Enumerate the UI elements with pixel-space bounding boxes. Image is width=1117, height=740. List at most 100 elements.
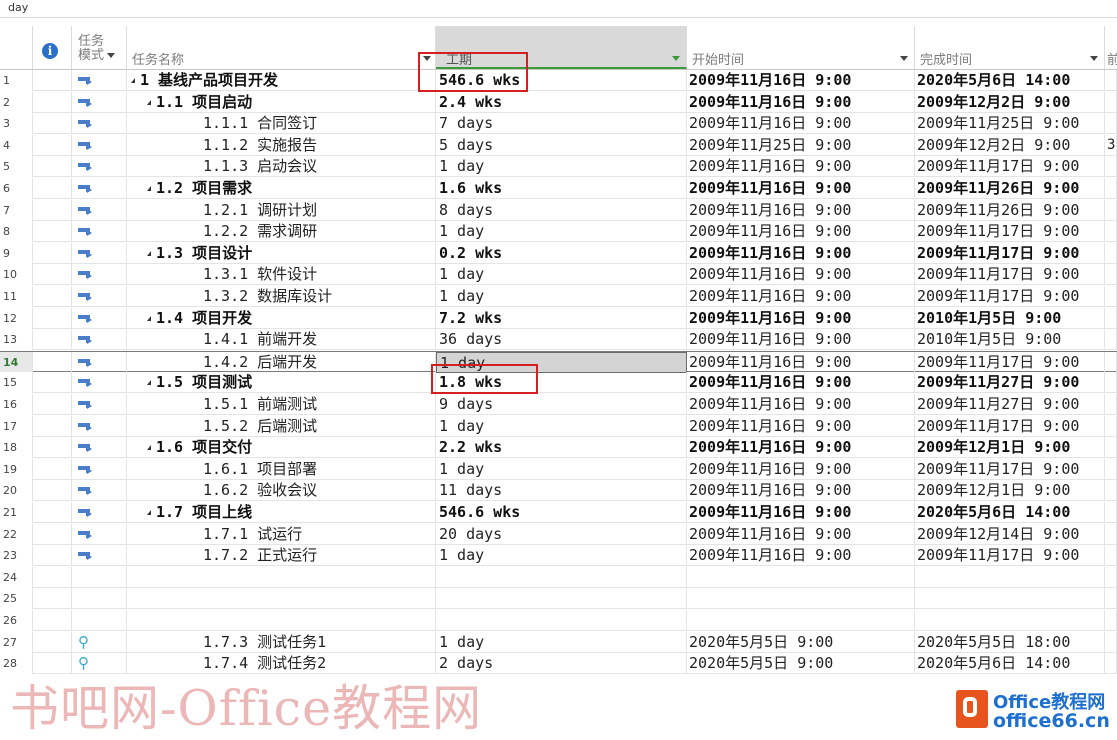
predecessor-cell[interactable] [1105, 70, 1117, 91]
row-number[interactable]: 15 [0, 372, 33, 394]
finish-date-cell[interactable]: 2009年11月26日 9:00 [915, 199, 1105, 221]
row-number[interactable]: 21 [0, 502, 33, 523]
finish-date-cell[interactable]: 2009年11月17日 9:00 [915, 264, 1105, 286]
finish-date-cell[interactable] [915, 588, 1105, 610]
finish-date-cell[interactable]: 2009年11月25日 9:00 [915, 113, 1105, 135]
finish-date-cell[interactable]: 2009年11月26日 9:00 [915, 178, 1105, 199]
duration-cell[interactable]: 36 days [436, 329, 687, 351]
start-date-cell[interactable]: 2009年11月16日 9:00 [687, 545, 915, 567]
task-mode-cell[interactable] [72, 91, 127, 113]
task-mode-cell[interactable]: ⚲ [72, 631, 127, 653]
column-header-task-name[interactable]: 任务名称 [127, 26, 436, 69]
chevron-down-icon[interactable] [1090, 56, 1098, 61]
task-name-cell[interactable]: 1.3.1 软件设计 [127, 264, 436, 286]
start-date-cell[interactable]: 2009年11月16日 9:00 [687, 178, 915, 199]
row-number[interactable]: 7 [0, 199, 33, 221]
table-row[interactable]: 4 1.1.2 实施报告 5 days 2009年11月25日 9:00 2009年12… [0, 134, 1117, 156]
row-number[interactable]: 17 [0, 415, 33, 437]
predecessor-cell[interactable] [1105, 545, 1117, 567]
chevron-down-icon[interactable] [107, 53, 116, 58]
collapse-toggle-icon[interactable] [147, 315, 151, 321]
collapse-toggle-icon[interactable] [147, 250, 151, 256]
row-number[interactable]: 16 [0, 394, 33, 415]
finish-date-cell[interactable]: 2009年11月17日 9:00 [915, 221, 1105, 243]
duration-cell[interactable]: 1 day [436, 545, 687, 567]
table-row[interactable]: 8 1.2.2 需求调研 1 day 2009年11月16日 9:00 2009年11月… [0, 221, 1117, 243]
row-number[interactable]: 18 [0, 437, 33, 459]
task-mode-cell[interactable] [72, 437, 127, 459]
row-number[interactable]: 11 [0, 286, 33, 307]
task-name-cell[interactable]: 1.1.1 合同签订 [127, 113, 436, 135]
finish-date-cell[interactable]: 2020年5月6日 14:00 [915, 70, 1105, 91]
task-mode-cell[interactable] [72, 351, 127, 373]
row-number[interactable]: 1 [0, 70, 33, 91]
predecessor-cell[interactable] [1105, 588, 1117, 610]
finish-date-cell[interactable]: 2009年12月2日 9:00 [915, 91, 1105, 113]
task-name-cell[interactable]: 1.1 项目启动 [127, 91, 436, 113]
predecessor-cell[interactable] [1105, 113, 1117, 135]
collapse-toggle-icon[interactable] [131, 78, 135, 83]
task-mode-cell[interactable] [72, 113, 127, 135]
table-row[interactable]: 22 1.7.1 试运行 20 days 2009年11月16日 9:00 2009年1… [0, 523, 1117, 545]
row-number[interactable]: 13 [0, 329, 33, 351]
start-date-cell[interactable]: 2009年11月16日 9:00 [687, 351, 915, 373]
table-row[interactable]: 11 1.3.2 数据库设计 1 day 2009年11月16日 9:00 2009年1… [0, 286, 1117, 307]
table-row[interactable]: 14 1.4.2 后端开发 1 day 2009年11月16日 9:00 2009年11… [0, 350, 1117, 373]
start-date-cell[interactable]: 2009年11月16日 9:00 [687, 286, 915, 307]
predecessor-cell[interactable] [1105, 307, 1117, 329]
finish-date-cell[interactable]: 2009年12月1日 9:00 [915, 480, 1105, 502]
table-row[interactable]: 2 1.1 项目启动 2.4 wks 2009年11月16日 9:00 2009年12月… [0, 91, 1117, 113]
task-name-cell[interactable]: 1 基线产品项目开发 [127, 70, 436, 91]
table-row[interactable]: 26 [0, 610, 1117, 631]
row-number[interactable]: 26 [0, 610, 33, 631]
row-number[interactable]: 27 [0, 631, 33, 653]
finish-date-cell[interactable]: 2010年1月5日 9:00 [915, 329, 1105, 351]
start-date-cell[interactable]: 2009年11月16日 9:00 [687, 91, 915, 113]
table-row[interactable]: 13 1.4.1 前端开发 36 days 2009年11月16日 9:00 2010年… [0, 329, 1117, 351]
start-date-cell[interactable]: 2009年11月16日 9:00 [687, 458, 915, 480]
task-mode-cell[interactable] [72, 610, 127, 631]
duration-cell[interactable]: 7.2 wks [436, 307, 687, 329]
table-row[interactable]: 12 1.4 项目开发 7.2 wks 2009年11月16日 9:00 2010年1月… [0, 307, 1117, 329]
table-row[interactable]: 17 1.5.2 后端测试 1 day 2009年11月16日 9:00 2009年11… [0, 415, 1117, 437]
row-number[interactable]: 2 [0, 91, 33, 113]
duration-cell[interactable]: 11 days [436, 480, 687, 502]
row-number[interactable]: 8 [0, 221, 33, 243]
task-mode-cell[interactable] [72, 70, 127, 91]
column-header-indicators[interactable]: i [33, 26, 72, 69]
task-mode-cell[interactable] [72, 394, 127, 415]
row-number[interactable]: 19 [0, 458, 33, 480]
predecessor-cell[interactable] [1105, 610, 1117, 631]
table-row[interactable]: 15 1.5 项目测试 1.8 wks 2009年11月16日 9:00 2009年11… [0, 372, 1117, 394]
finish-date-cell[interactable] [915, 610, 1105, 631]
finish-date-cell[interactable]: 2009年11月17日 9:00 [915, 156, 1105, 178]
task-name-cell[interactable] [127, 610, 436, 631]
task-name-cell[interactable]: 1.2.1 调研计划 [127, 199, 436, 221]
table-row[interactable]: 5 1.1.3 启动会议 1 day 2009年11月16日 9:00 2009年11月… [0, 156, 1117, 178]
predecessor-cell[interactable] [1105, 91, 1117, 113]
collapse-toggle-icon[interactable] [147, 445, 151, 451]
task-mode-cell[interactable] [72, 242, 127, 264]
duration-cell[interactable]: 7 days [436, 113, 687, 135]
task-name-cell[interactable]: 1.3.2 数据库设计 [127, 286, 436, 307]
task-mode-cell[interactable] [72, 307, 127, 329]
row-number[interactable]: 12 [0, 307, 33, 329]
duration-cell[interactable]: 0.2 wks [436, 242, 687, 264]
table-row[interactable]: 21 1.7 项目上线 546.6 wks 2009年11月16日 9:00 2020年… [0, 502, 1117, 523]
duration-cell[interactable]: 9 days [436, 394, 687, 415]
finish-date-cell[interactable]: 2009年11月17日 9:00 [915, 351, 1105, 373]
finish-date-cell[interactable]: 2009年12月14日 9:00 [915, 523, 1105, 545]
finish-date-cell[interactable]: 2020年5月6日 14:00 [915, 653, 1105, 675]
task-name-cell[interactable]: 1.7.3 测试任务1 [127, 631, 436, 653]
select-all-corner[interactable] [0, 26, 33, 69]
duration-cell[interactable] [436, 588, 687, 610]
task-mode-cell[interactable] [72, 199, 127, 221]
collapse-toggle-icon[interactable] [147, 99, 151, 105]
finish-date-cell[interactable]: 2009年11月17日 9:00 [915, 545, 1105, 567]
task-name-cell[interactable]: 1.5 项目测试 [127, 372, 436, 394]
task-name-cell[interactable]: 1.7 项目上线 [127, 502, 436, 523]
start-date-cell[interactable]: 2009年11月16日 9:00 [687, 242, 915, 264]
predecessor-cell[interactable] [1105, 351, 1117, 373]
task-name-cell[interactable]: 1.2 项目需求 [127, 178, 436, 199]
task-mode-cell[interactable] [72, 458, 127, 480]
